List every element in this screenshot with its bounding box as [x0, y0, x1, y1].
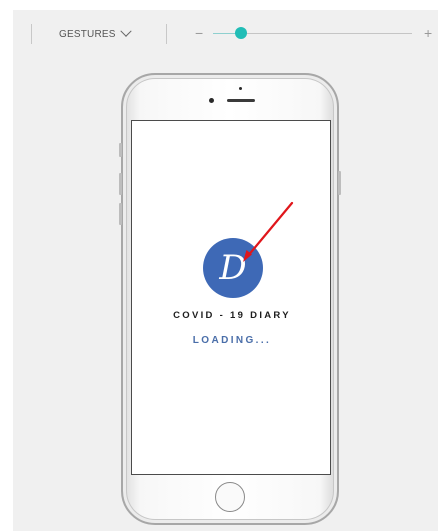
zoom-in-button[interactable]: + — [424, 24, 432, 42]
zoom-out-button[interactable]: − — [195, 24, 203, 42]
phone-frame: D COVID - 19 DIARY LOADING... — [119, 73, 341, 525]
chevron-down-icon — [119, 25, 132, 37]
gestures-label: GESTURES — [59, 28, 116, 40]
preview-toolbar: GESTURES − + — [13, 10, 438, 56]
app-name: COVID - 19 DIARY — [173, 310, 291, 321]
front-camera — [209, 98, 214, 103]
phone-volume-up — [119, 173, 122, 195]
loading-status: LOADING... — [192, 335, 272, 346]
app-logo-letter: D — [219, 248, 247, 288]
gestures-dropdown[interactable]: GESTURES — [59, 25, 132, 43]
preview-canvas: GESTURES − + D COVID - 19 DIARY LOADING.… — [13, 10, 438, 531]
proximity-sensor — [239, 87, 242, 90]
toolbar-divider — [31, 24, 32, 44]
zoom-slider[interactable] — [213, 27, 412, 39]
zoom-slider-thumb[interactable] — [235, 27, 247, 39]
earpiece-speaker — [227, 99, 255, 102]
app-logo: D — [203, 238, 263, 298]
toolbar-divider — [166, 24, 167, 44]
phone-mute-switch — [119, 143, 122, 157]
phone-power-button — [338, 171, 341, 195]
home-button[interactable] — [215, 482, 245, 512]
phone-volume-down — [119, 203, 122, 225]
phone-screen[interactable]: D COVID - 19 DIARY LOADING... — [131, 120, 331, 475]
